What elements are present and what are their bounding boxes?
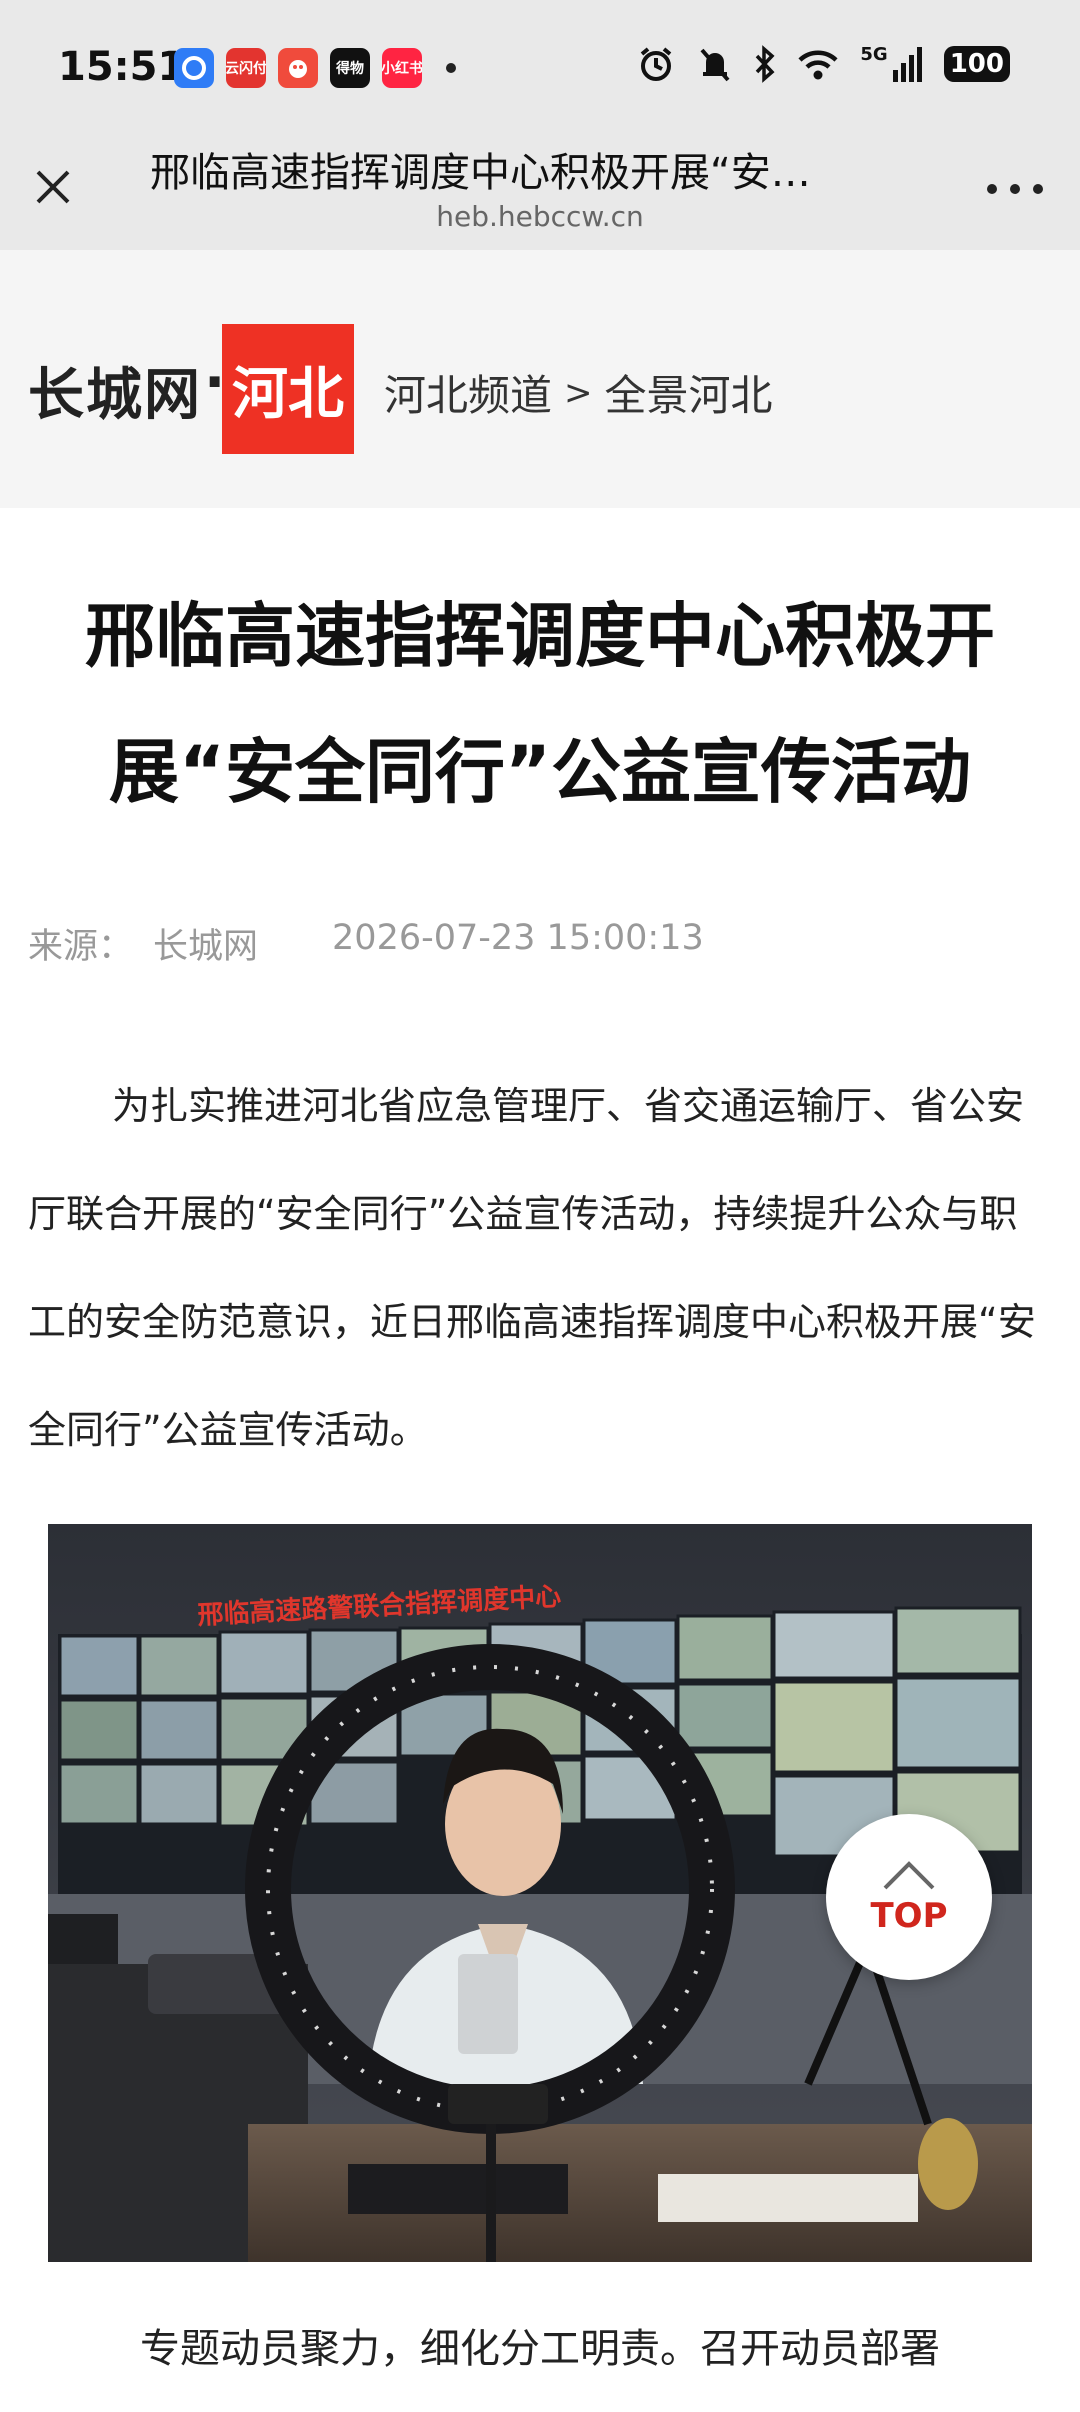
more-notifications-dot xyxy=(446,63,456,73)
app-icon-5: 小红书 xyxy=(382,48,422,88)
source-label: 来源： xyxy=(28,927,134,967)
bluetooth-icon xyxy=(756,45,775,83)
back-to-top-button[interactable]: TOP xyxy=(826,1814,992,1980)
app-icon-4: 得物 xyxy=(330,48,370,88)
article-meta: 来源： 长城网 2026-07-23 15:00:13 xyxy=(28,918,704,969)
article-paragraph: 为扎实推进河北省应急管理厅、省交通运输厅、省公安厅联合开展的“安全同行”公益宣传… xyxy=(28,1084,1036,1452)
close-icon[interactable] xyxy=(26,160,80,214)
more-options-icon[interactable] xyxy=(980,174,1050,204)
app-icon-3 xyxy=(278,48,318,88)
breadcrumb: 河北频道 > 全景河北 xyxy=(384,362,773,423)
browser-toolbar: 邢临高速指挥调度中心积极开展“安… heb.hebccw.cn xyxy=(0,118,1080,250)
system-indicators: 5G 100 xyxy=(636,44,1010,84)
alarm-icon xyxy=(641,47,672,81)
back-to-top-label: TOP xyxy=(870,1896,948,1936)
page-domain: heb.hebccw.cn xyxy=(436,200,644,233)
mute-bell-icon xyxy=(700,48,730,82)
site-header: 长城网 · 河北 河北频道 > 全景河北 xyxy=(0,250,1080,508)
notification-icons: 云闪付 得物 小红书 xyxy=(174,48,456,88)
wifi-icon xyxy=(798,50,838,80)
status-time: 15:51 xyxy=(58,44,186,90)
battery-icon: 100 xyxy=(943,46,1010,82)
page-title: 邢临高速指挥调度中心积极开展“安… xyxy=(150,150,811,196)
breadcrumb-item-section[interactable]: 全景河北 xyxy=(605,362,773,423)
site-logo-badge[interactable]: 河北 xyxy=(222,324,354,454)
signal-icon xyxy=(892,47,922,82)
breadcrumb-separator: > xyxy=(564,372,593,413)
app-icon-1 xyxy=(174,48,214,88)
breadcrumb-item-channel[interactable]: 河北频道 xyxy=(384,362,552,423)
photo-caption: 专题动员聚力，细化分工明责。召开动员部署 xyxy=(140,2326,940,2372)
source-name: 长城网 xyxy=(153,927,259,967)
network-type: 5G xyxy=(860,43,888,65)
publish-datetime: 2026-07-23 15:00:13 xyxy=(332,918,704,958)
article-title: 邢临高速指挥调度中心积极开展“安全同行”公益宣传活动 xyxy=(85,595,995,813)
chevron-up-icon xyxy=(883,1861,935,1890)
site-logo-text[interactable]: 长城网 xyxy=(28,350,202,431)
app-icon-2: 云闪付 xyxy=(226,48,266,88)
